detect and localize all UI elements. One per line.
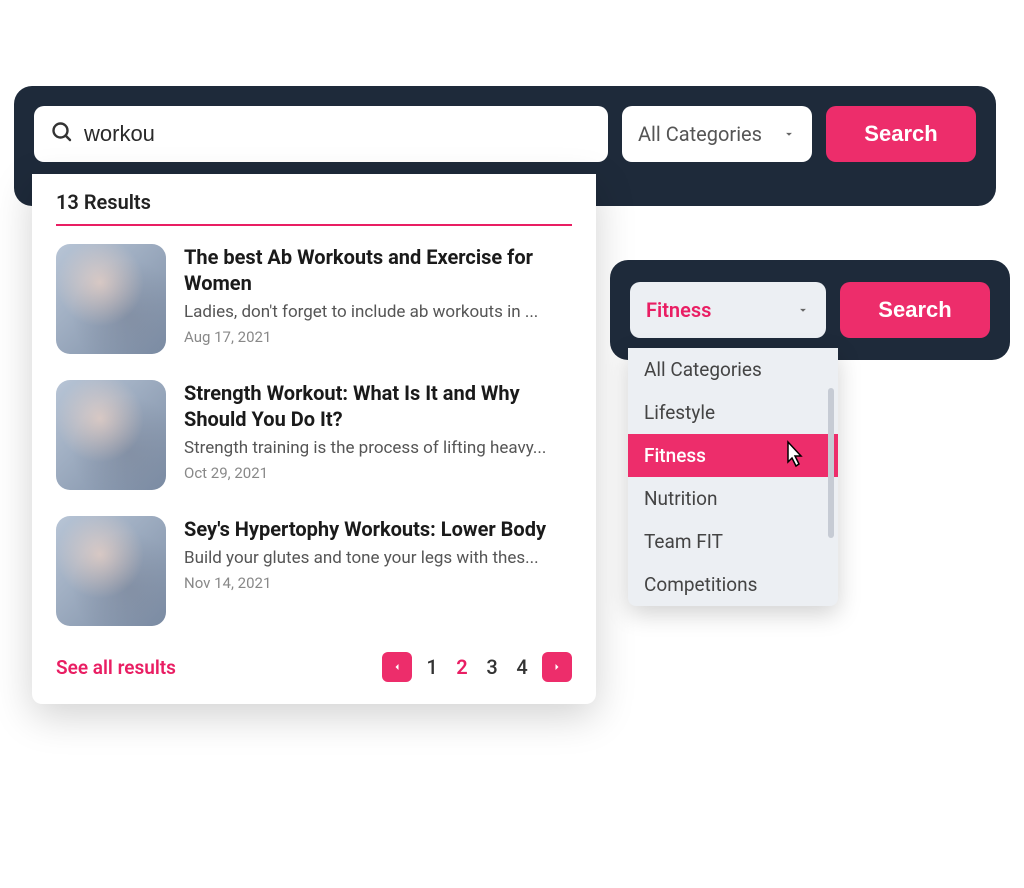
category-filter-panel: Fitness Search	[610, 260, 1010, 360]
search-results-dropdown: 13 Results The best Ab Workouts and Exer…	[32, 174, 596, 704]
result-desc: Build your glutes and tone your legs wit…	[184, 548, 572, 568]
category-select-label: Fitness	[646, 298, 711, 322]
category-select-label: All Categories	[638, 122, 762, 146]
category-select-open[interactable]: Fitness	[630, 282, 826, 338]
search-input[interactable]	[84, 121, 592, 147]
category-option[interactable]: Competitions	[628, 563, 838, 606]
category-option[interactable]: All Categories	[628, 348, 838, 391]
chevron-down-icon	[782, 122, 796, 146]
page-number[interactable]: 3	[482, 655, 502, 679]
search-button[interactable]: Search	[826, 106, 976, 162]
result-item[interactable]: Strength Workout: What Is It and Why Sho…	[56, 380, 572, 490]
prev-page-button[interactable]	[382, 652, 412, 682]
chevron-down-icon	[796, 298, 810, 322]
scrollbar[interactable]	[828, 388, 834, 538]
result-title: Sey's Hypertophy Workouts: Lower Body	[184, 516, 572, 542]
category-option[interactable]: Nutrition	[628, 477, 838, 520]
result-desc: Strength training is the process of lift…	[184, 438, 572, 458]
result-date: Aug 17, 2021	[184, 328, 572, 346]
result-desc: Ladies, don't forget to include ab worko…	[184, 302, 572, 322]
result-thumbnail	[56, 380, 166, 490]
search-input-wrap[interactable]	[34, 106, 608, 162]
category-select[interactable]: All Categories	[622, 106, 812, 162]
result-item[interactable]: Sey's Hypertophy Workouts: Lower Body Bu…	[56, 516, 572, 626]
category-option[interactable]: Team FIT	[628, 520, 838, 563]
search-button[interactable]: Search	[840, 282, 990, 338]
result-body: Sey's Hypertophy Workouts: Lower Body Bu…	[184, 516, 572, 626]
page-number[interactable]: 2	[452, 655, 472, 679]
result-date: Oct 29, 2021	[184, 464, 572, 482]
result-item[interactable]: The best Ab Workouts and Exercise for Wo…	[56, 244, 572, 354]
category-option[interactable]: Lifestyle	[628, 391, 838, 434]
result-thumbnail	[56, 244, 166, 354]
page-number[interactable]: 4	[512, 655, 532, 679]
see-all-link[interactable]: See all results	[56, 656, 176, 679]
result-title: The best Ab Workouts and Exercise for Wo…	[184, 244, 572, 296]
result-body: Strength Workout: What Is It and Why Sho…	[184, 380, 572, 490]
result-thumbnail	[56, 516, 166, 626]
result-title: Strength Workout: What Is It and Why Sho…	[184, 380, 572, 432]
result-body: The best Ab Workouts and Exercise for Wo…	[184, 244, 572, 354]
results-count: 13 Results	[56, 190, 572, 226]
search-icon	[50, 120, 74, 148]
page-number[interactable]: 1	[422, 655, 442, 679]
next-page-button[interactable]	[542, 652, 572, 682]
pagination: 1 2 3 4	[382, 652, 572, 682]
result-date: Nov 14, 2021	[184, 574, 572, 592]
category-options-menu: All Categories Lifestyle Fitness Nutriti…	[628, 348, 838, 606]
dropdown-footer: See all results 1 2 3 4	[56, 652, 572, 682]
category-option-selected[interactable]: Fitness	[628, 434, 838, 477]
